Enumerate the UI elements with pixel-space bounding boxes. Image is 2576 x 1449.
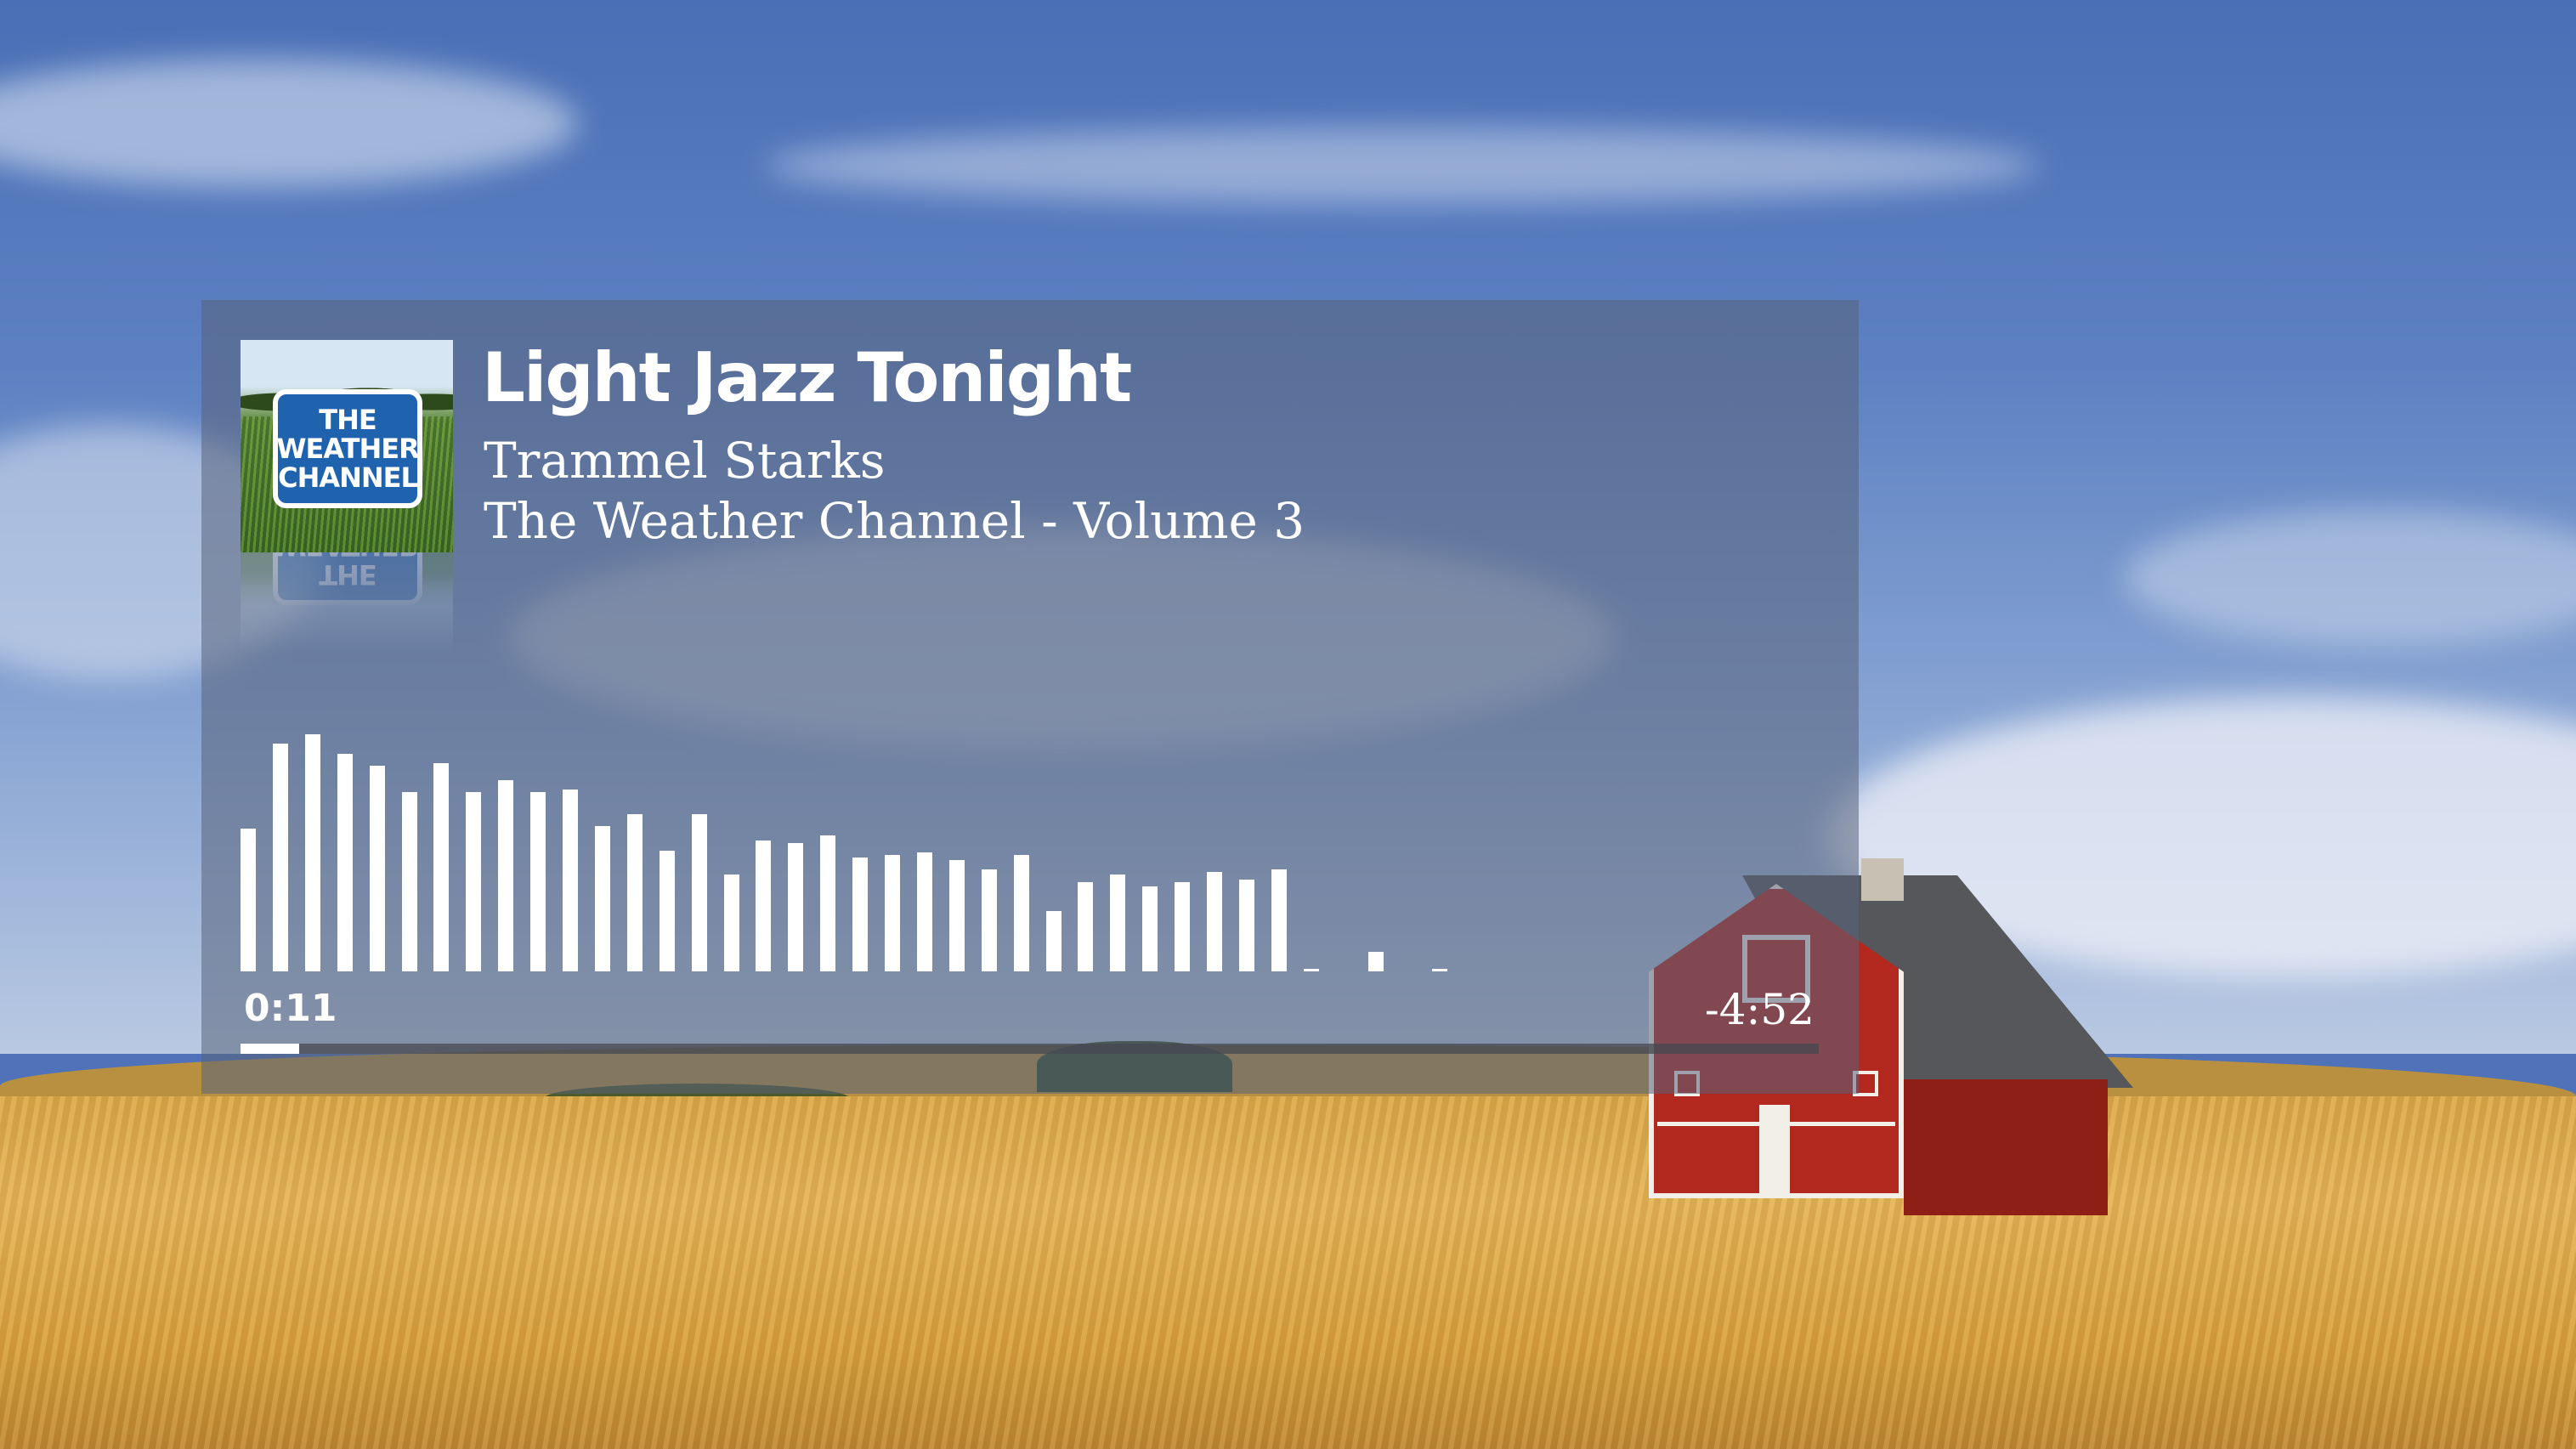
logo-text-line: WEATHER: [276, 433, 420, 465]
visualizer-bar: [337, 753, 353, 971]
visualizer-bar: [948, 859, 965, 971]
visualizer-bar: [401, 792, 417, 971]
visualizer-bar: [788, 842, 804, 971]
visualizer-bar: [1238, 879, 1254, 971]
visualizer-bar: [594, 826, 610, 971]
track-title: Light Jazz Tonight: [482, 338, 1132, 417]
logo-text-line: WEATHER: [276, 552, 419, 562]
visualizer-bar: [563, 790, 578, 971]
visualizer-bar: [981, 869, 997, 971]
barn-cupola: [1861, 858, 1904, 901]
visualizer-bar: [756, 841, 772, 971]
visualizer-bar: [1175, 881, 1191, 971]
remaining-time: -4:52: [1704, 985, 1815, 1034]
visualizer-bar: [1045, 910, 1062, 971]
barn-side: [1904, 1079, 2108, 1215]
album-art-reflection: THE WEATHER CHANNEL: [241, 552, 453, 654]
track-album: The Weather Channel - Volume 3: [484, 492, 1305, 550]
visualizer-bar: [626, 813, 643, 971]
visualizer-bar: [1367, 952, 1384, 971]
visualizer-bar: [466, 792, 482, 971]
visualizer-bar: [241, 828, 256, 971]
visualizer-bar: [723, 874, 739, 971]
visualizer-bar: [916, 852, 932, 971]
elapsed-time: 0:11: [244, 987, 337, 1030]
weather-channel-logo: THE WEATHER CHANNEL: [273, 389, 422, 508]
audio-visualizer: [241, 725, 1855, 971]
visualizer-bar: [1078, 881, 1094, 971]
visualizer-bar: [1013, 855, 1029, 971]
visualizer-bar: [1207, 872, 1222, 971]
visualizer-bar: [1271, 869, 1287, 971]
visualizer-bar: [691, 813, 707, 971]
visualizer-bar: [433, 762, 450, 971]
now-playing-panel: THE WEATHER CHANNEL THE WEATHER CHANNEL …: [201, 300, 1859, 1094]
logo-text-line: THE: [319, 558, 376, 591]
cloud: [765, 127, 2040, 204]
visualizer-bar: [1432, 969, 1448, 971]
wheat-field: [0, 1096, 2576, 1449]
logo-text-line: THE: [319, 404, 376, 436]
track-artist: Trammel Starks: [484, 432, 886, 490]
visualizer-bar: [369, 765, 385, 971]
barn-door: [1759, 1105, 1790, 1198]
visualizer-bar: [885, 855, 900, 971]
visualizer-bar: [820, 835, 836, 971]
progress-bar-fill: [241, 1044, 299, 1054]
progress-bar[interactable]: [241, 1044, 1819, 1054]
visualizer-bar: [659, 850, 675, 971]
visualizer-bar: [852, 858, 869, 971]
visualizer-bar: [272, 744, 288, 971]
visualizer-bar: [304, 733, 320, 971]
album-art: THE WEATHER CHANNEL: [241, 340, 453, 552]
visualizer-bar: [1110, 874, 1126, 971]
visualizer-bar: [1303, 969, 1319, 971]
logo-text-line: CHANNEL: [278, 461, 418, 494]
visualizer-bar: [530, 792, 546, 971]
visualizer-bar: [498, 779, 514, 971]
visualizer-bar: [1142, 886, 1158, 971]
